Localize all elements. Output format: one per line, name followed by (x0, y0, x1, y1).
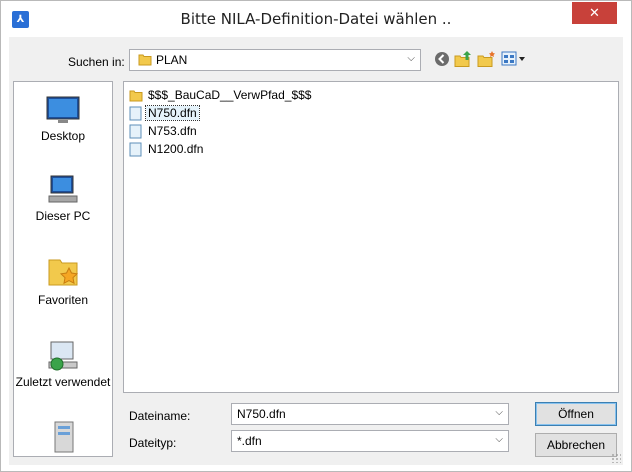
chevron-down-icon[interactable]: ⌵ (495, 434, 503, 445)
resize-grip[interactable] (611, 453, 621, 463)
place-label: Zuletzt verwendet (15, 375, 111, 389)
filetype-value: *.dfn (237, 434, 262, 448)
new-folder-icon[interactable] (477, 50, 497, 70)
up-folder-icon[interactable] (454, 50, 474, 70)
recent-places-icon (45, 340, 81, 372)
favorites-icon (45, 254, 81, 290)
place-network[interactable] (14, 420, 112, 456)
file-name: N750.dfn (145, 105, 200, 121)
cancel-button[interactable]: Abbrechen (535, 433, 617, 457)
dialog-body: Suchen in: PLAN ⌵ Desktop Dieser PC Favo… (9, 37, 623, 465)
file-list[interactable]: $$$_BauCaD__VerwPfad_$$$ N750.dfn N753.d… (123, 81, 619, 393)
place-desktop[interactable]: Desktop (14, 94, 112, 143)
list-item-folder[interactable]: $$$_BauCaD__VerwPfad_$$$ (129, 87, 313, 103)
folder-icon (138, 53, 152, 66)
back-icon[interactable] (433, 50, 453, 70)
filetype-combobox[interactable]: *.dfn ⌵ (231, 430, 509, 452)
folder-icon (129, 89, 143, 102)
places-bar: Desktop Dieser PC Favoriten Zuletzt verw… (13, 81, 113, 457)
look-in-value: PLAN (156, 53, 188, 67)
close-button[interactable]: ✕ (572, 2, 617, 24)
network-icon (45, 420, 81, 454)
dialog-title: Bitte NILA-Definition-Datei wählen .. (180, 10, 452, 28)
place-recent[interactable]: Zuletzt verwendet (14, 340, 112, 389)
filetype-label: Dateityp: (129, 436, 177, 450)
look-in-combobox[interactable]: PLAN ⌵ (129, 49, 421, 71)
file-icon (129, 106, 143, 121)
place-this-pc[interactable]: Dieser PC (14, 174, 112, 223)
file-name: $$$_BauCaD__VerwPfad_$$$ (148, 88, 312, 102)
filename-value: N750.dfn (237, 407, 286, 421)
desktop-icon (45, 94, 81, 126)
list-item-file[interactable]: N753.dfn (129, 123, 199, 139)
app-icon[interactable]: ⅄ (12, 11, 29, 28)
file-open-dialog: ⅄ Bitte NILA-Definition-Datei wählen .. … (0, 0, 632, 472)
file-name: N753.dfn (148, 124, 197, 138)
title-bar[interactable]: ⅄ Bitte NILA-Definition-Datei wählen .. … (1, 1, 631, 37)
chevron-down-icon[interactable]: ⌵ (407, 53, 415, 64)
list-item-file[interactable]: N750.dfn (129, 105, 200, 121)
file-name: N1200.dfn (148, 142, 204, 156)
place-label: Desktop (40, 129, 86, 143)
look-in-label: Suchen in: (68, 55, 125, 69)
computer-icon (45, 174, 81, 206)
chevron-down-icon[interactable]: ⌵ (495, 407, 503, 418)
file-icon (129, 142, 143, 157)
place-label: Favoriten (37, 293, 89, 307)
open-button[interactable]: Öffnen (535, 402, 617, 426)
view-menu-icon[interactable] (501, 50, 531, 70)
file-icon (129, 124, 143, 139)
list-item-file[interactable]: N1200.dfn (129, 141, 205, 157)
filename-label: Dateiname: (129, 409, 191, 423)
place-favorites[interactable]: Favoriten (14, 254, 112, 307)
place-label: Dieser PC (35, 209, 91, 223)
filename-combobox[interactable]: N750.dfn ⌵ (231, 403, 509, 425)
